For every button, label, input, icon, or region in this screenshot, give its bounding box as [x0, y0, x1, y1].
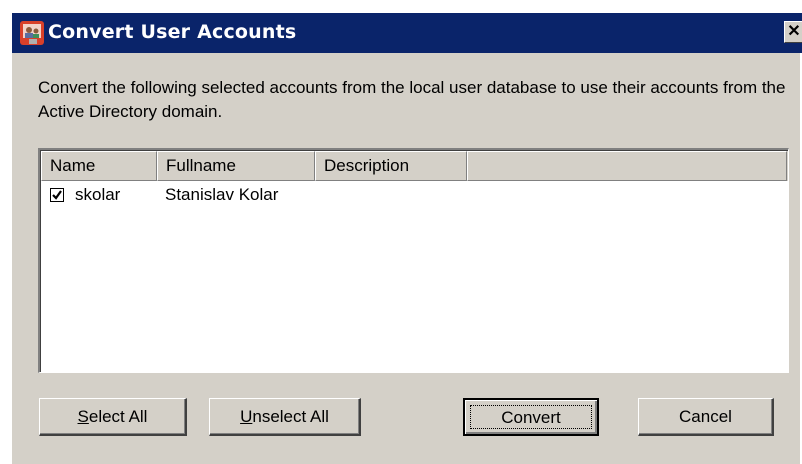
- cancel-label: Cancel: [679, 407, 732, 426]
- column-header-name[interactable]: Name: [41, 151, 157, 181]
- window-title: Convert User Accounts: [48, 21, 297, 43]
- list-header: Name Fullname Description: [41, 151, 788, 181]
- column-header-empty[interactable]: [467, 151, 787, 181]
- dialog-window: Convert User Accounts ✕ Convert the foll…: [10, 11, 802, 464]
- table-row[interactable]: skolar Stanislav Kolar: [41, 183, 788, 207]
- description-text: Convert the following selected accounts …: [38, 78, 786, 121]
- cancel-button[interactable]: Cancel: [638, 398, 774, 436]
- select-all-button[interactable]: Select All: [39, 398, 187, 436]
- checkbox-checked-icon[interactable]: [50, 188, 64, 202]
- unselect-all-accel: U: [240, 407, 253, 426]
- select-all-accel: S: [77, 407, 89, 426]
- column-header-description[interactable]: Description: [315, 151, 467, 181]
- row-fullname: Stanislav Kolar: [165, 185, 279, 204]
- column-header-fullname[interactable]: Fullname: [157, 151, 315, 181]
- unselect-all-button[interactable]: Unselect All: [209, 398, 361, 436]
- title-bar[interactable]: Convert User Accounts ✕: [12, 13, 802, 53]
- close-button[interactable]: ✕: [784, 21, 802, 43]
- row-name: skolar: [75, 185, 121, 204]
- focus-rectangle: [470, 405, 592, 429]
- convert-button[interactable]: Convert: [463, 398, 599, 436]
- user-accounts-icon: [20, 21, 44, 45]
- unselect-all-label: nselect All: [252, 407, 329, 426]
- accounts-listview[interactable]: Name Fullname Description skolar Stanisl…: [38, 148, 789, 373]
- close-icon: ✕: [787, 23, 801, 40]
- select-all-label: elect All: [88, 407, 148, 426]
